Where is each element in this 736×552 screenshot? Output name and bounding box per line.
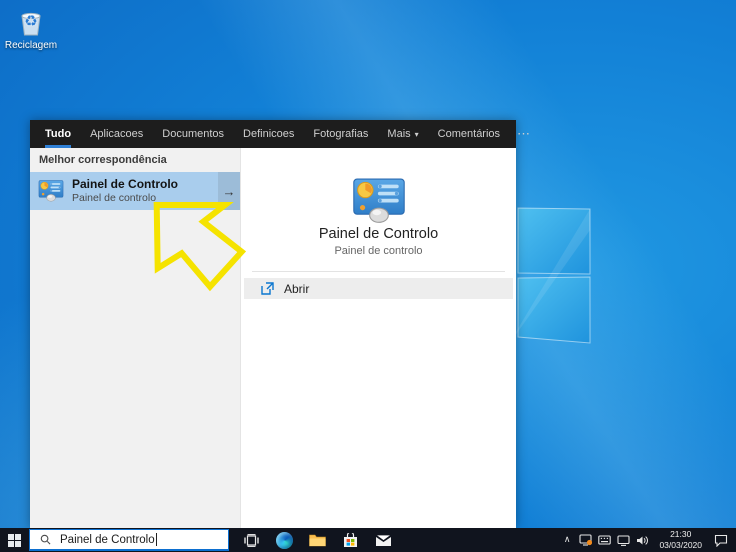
start-button[interactable] [0, 528, 29, 552]
tab-aplicacoes[interactable]: Aplicacoes [90, 120, 143, 148]
clock-time: 21:30 [670, 529, 692, 540]
tab-documentos[interactable]: Documentos [162, 120, 224, 148]
open-label: Abrir [284, 281, 310, 296]
taskbar-clock[interactable]: 21:30 03/03/2020 [654, 529, 707, 550]
windows-logo-icon [8, 533, 21, 547]
action-center-icon [714, 534, 728, 547]
store-icon [344, 532, 357, 547]
text-cursor [155, 533, 157, 546]
taskbar: Painel de Controlo ∧ 21:30 03/03/2020 [0, 528, 736, 552]
folder-icon [309, 534, 326, 547]
search-results-pane: Melhor correspondência Painel de Control… [30, 148, 240, 528]
tray-chevron-icon[interactable]: ∧ [564, 534, 574, 547]
edge-icon [276, 531, 293, 549]
tab-definicoes[interactable]: Definicoes [243, 120, 294, 148]
search-flyout: Tudo Aplicacoes Documentos Definicoes Fo… [30, 120, 530, 528]
edge-button[interactable] [273, 528, 296, 552]
best-match-result[interactable]: Painel de Controlo Painel de controlo → [30, 172, 240, 210]
tab-fotografias[interactable]: Fotografias [313, 120, 368, 148]
tab-tudo[interactable]: Tudo [45, 120, 72, 148]
desktop: ♻ Reciclagem Tudo Aplicacoes Documentos … [0, 0, 736, 552]
recycle-bin-label: Reciclagem [4, 40, 58, 51]
preview-subtitle: Painel de controlo [334, 245, 423, 257]
task-view-icon [244, 533, 259, 547]
taskbar-search-input[interactable]: Painel de Controlo [29, 529, 229, 551]
result-subtitle: Painel de controlo [72, 191, 157, 204]
notification-tray-icon[interactable] [578, 528, 592, 552]
recycle-bin[interactable]: ♻ Reciclagem [2, 8, 60, 51]
divider [252, 271, 505, 272]
keyboard-tray-icon[interactable] [597, 528, 611, 552]
open-action[interactable]: Abrir [244, 278, 513, 299]
control-panel-icon [38, 180, 64, 202]
search-tabs-bar: Tudo Aplicacoes Documentos Definicoes Fo… [30, 120, 530, 148]
task-view-button[interactable] [240, 528, 263, 552]
preview-pane: Painel de Controlo Painel de controlo Ab… [240, 148, 516, 528]
volume-tray-icon[interactable] [635, 528, 649, 552]
network-tray-icon[interactable] [616, 528, 630, 552]
feedback-button[interactable]: Comentários [438, 128, 500, 140]
preview-title: Painel de Controlo [318, 226, 439, 242]
control-panel-icon-large [351, 178, 407, 224]
mail-button[interactable] [372, 528, 395, 552]
tab-mais[interactable]: Mais ▾ [387, 120, 418, 148]
recycle-icon: ♻ [24, 13, 38, 30]
search-icon [40, 534, 51, 545]
chevron-down-icon: ▾ [414, 129, 419, 139]
recycle-bin-icon: ♻ [16, 8, 46, 38]
search-input-value: Painel de Controlo [60, 533, 155, 546]
windows-wallpaper-logo [505, 207, 591, 350]
store-button[interactable] [339, 528, 362, 552]
open-icon [261, 282, 274, 295]
best-match-header: Melhor correspondência [39, 154, 167, 166]
more-options-icon[interactable]: ⋯ [517, 126, 534, 142]
action-center-button[interactable] [712, 528, 730, 552]
file-explorer-button[interactable] [306, 528, 329, 552]
expand-arrow-button[interactable]: → [218, 172, 240, 210]
mail-icon [375, 534, 392, 546]
result-title: Painel de Controlo [72, 176, 179, 191]
clock-date: 03/03/2020 [659, 540, 702, 550]
